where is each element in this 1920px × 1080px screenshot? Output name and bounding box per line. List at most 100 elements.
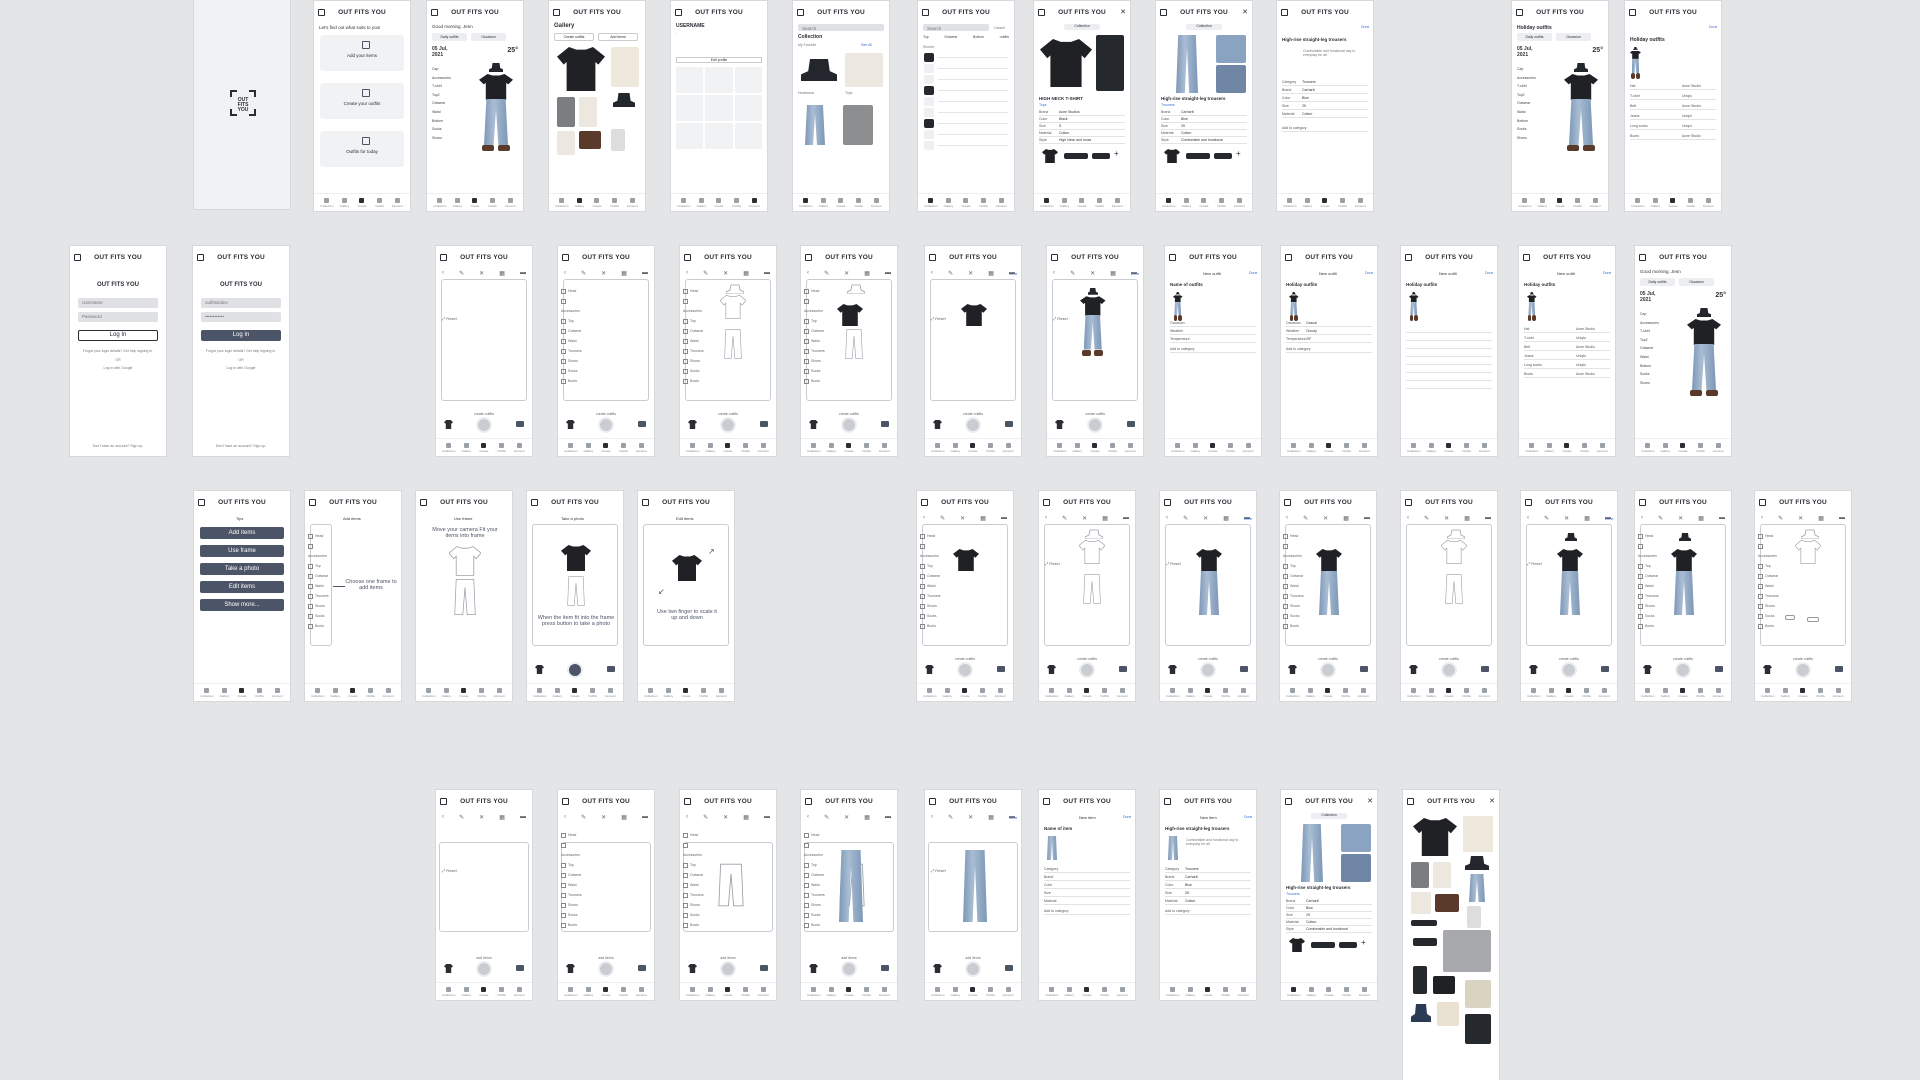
outfit-cell[interactable] [676, 95, 704, 121]
recent-thumb[interactable] [924, 75, 934, 84]
recent-thumb[interactable] [924, 130, 934, 139]
tab-3[interactable]: Outfits [608, 197, 622, 208]
side-item[interactable]: Accessories [804, 296, 826, 316]
tab-4[interactable]: Account [634, 986, 648, 997]
grid-icon[interactable]: ▦ [1343, 515, 1349, 523]
back-icon[interactable]: ‹ [807, 270, 809, 278]
pen-icon[interactable]: ✎ [1778, 515, 1783, 523]
back-icon[interactable]: ‹ [1286, 515, 1288, 523]
side-item[interactable]: Boots [920, 621, 942, 631]
tab-3[interactable]: Outfits [1340, 986, 1354, 997]
scale-handle[interactable]: ⤢ Reset [931, 868, 946, 873]
tab-1[interactable]: Gallery [1062, 986, 1076, 997]
tip-button[interactable]: Add items [200, 527, 284, 539]
menu-icon[interactable]: ▬ [520, 814, 526, 822]
password-input[interactable]: •••••••••••• [201, 312, 281, 322]
tab-1[interactable]: Gallery [816, 197, 830, 208]
side-item[interactable]: Outwear [1638, 571, 1660, 581]
tab-3[interactable]: Outfits [984, 986, 998, 997]
recent-thumb[interactable] [924, 119, 934, 128]
item-field[interactable]: Size [1044, 890, 1130, 897]
cancel-link[interactable]: Cancel [994, 26, 1005, 30]
pen-icon[interactable]: ✎ [1424, 515, 1429, 523]
side-item[interactable]: Accessories [683, 840, 705, 860]
delete-icon[interactable]: ✕ [1444, 515, 1449, 523]
done-link[interactable]: Done [1244, 517, 1252, 521]
tab-4[interactable]: Account [1477, 687, 1491, 698]
side-item[interactable]: Waist [683, 880, 705, 890]
tab-3[interactable]: Outfits [486, 197, 500, 208]
tab-2[interactable]: Create [712, 197, 726, 208]
grid-icon[interactable]: ▦ [988, 270, 994, 278]
grid-icon[interactable]: ▦ [1223, 515, 1229, 523]
empty-row[interactable] [1406, 358, 1492, 365]
back-icon[interactable]: ‹ [807, 814, 809, 822]
tab-2[interactable]: Create [1442, 442, 1456, 453]
tab-2[interactable]: Create [1553, 197, 1567, 208]
edit-profile-button[interactable]: Edit profile [676, 57, 762, 63]
tab-1[interactable]: Gallery [217, 687, 231, 698]
side-item[interactable]: Trousers [804, 346, 826, 356]
tab-0[interactable]: Collection [807, 986, 821, 997]
camera-icon[interactable] [881, 965, 889, 971]
edit-row[interactable]: Size 25 [1282, 103, 1368, 110]
camera-icon[interactable] [881, 421, 889, 427]
back-icon[interactable]: ‹ [686, 814, 688, 822]
tab-1[interactable]: Gallery [1778, 687, 1792, 698]
occasion-button[interactable]: Occasion [471, 33, 506, 41]
tab-4[interactable]: Account [1595, 442, 1609, 453]
shirt-icon[interactable] [1643, 665, 1652, 674]
done-link[interactable]: Done [1709, 25, 1717, 29]
pen-icon[interactable]: ✎ [459, 270, 464, 278]
tab-2[interactable]: Create [468, 197, 482, 208]
delete-icon[interactable]: ✕ [960, 515, 965, 523]
shirt-icon[interactable] [535, 665, 544, 674]
tab-1[interactable]: Gallery [1304, 986, 1318, 997]
tab-0[interactable]: Collection [1286, 687, 1300, 698]
pen-icon[interactable]: ✎ [703, 270, 708, 278]
shirt-icon[interactable] [566, 964, 575, 973]
tab-2[interactable]: Create [966, 442, 980, 453]
next-link[interactable]: Done [1244, 815, 1252, 819]
side-item[interactable]: Head [308, 531, 330, 541]
back-icon[interactable]: ‹ [1166, 515, 1168, 523]
tab-4[interactable]: Account [603, 687, 617, 698]
tab-1[interactable]: Gallery [941, 197, 955, 208]
tab-4[interactable]: Account [1115, 986, 1129, 997]
tab-3[interactable]: Outfits [730, 197, 744, 208]
delete-icon[interactable]: ✕ [1564, 515, 1569, 523]
pen-icon[interactable]: ✎ [940, 515, 945, 523]
tab-1[interactable]: Gallery [572, 197, 586, 208]
tip-button[interactable]: Edit items [200, 581, 284, 593]
side-item[interactable]: Socks [561, 366, 583, 376]
next-link[interactable]: Done [1603, 271, 1611, 275]
side-item[interactable]: Shoes [1283, 601, 1305, 611]
side-item[interactable]: Socks [683, 910, 705, 920]
pen-icon[interactable]: ✎ [1183, 515, 1188, 523]
tab-3[interactable]: Outfits [1694, 687, 1708, 698]
filter-tab[interactable]: outfits [1000, 35, 1009, 39]
tab-1[interactable]: Gallery [1658, 442, 1672, 453]
tab-2[interactable]: Create [1442, 687, 1456, 698]
add-related-icon[interactable]: + [1114, 149, 1119, 158]
side-item[interactable]: Accessories [1283, 541, 1305, 561]
pen-icon[interactable]: ✎ [1658, 515, 1663, 523]
item-field[interactable]: Size 25 [1165, 890, 1251, 897]
filter-tab[interactable]: Top [923, 35, 929, 39]
pen-icon[interactable]: ✎ [1062, 515, 1067, 523]
tab-4[interactable]: Account [634, 442, 648, 453]
shirt-icon[interactable] [1409, 665, 1418, 674]
tab-0[interactable]: Collection [807, 442, 821, 453]
tab-3[interactable]: Outfits [1571, 197, 1585, 208]
side-item[interactable]: Top [804, 316, 826, 326]
tab-0[interactable]: Collection [1166, 986, 1180, 997]
empty-row[interactable] [1406, 382, 1492, 389]
tab-0[interactable]: Collection [1527, 687, 1541, 698]
tab-1[interactable]: Gallery [824, 442, 838, 453]
onboard-card-today[interactable]: Outfits for today [320, 131, 404, 167]
tab-4[interactable]: Account [756, 442, 770, 453]
side-item[interactable]: Shoes [561, 900, 583, 910]
tab-2[interactable]: Create [568, 687, 582, 698]
tab-0[interactable]: Collection [931, 442, 945, 453]
tab-1[interactable]: Gallery [1183, 687, 1197, 698]
